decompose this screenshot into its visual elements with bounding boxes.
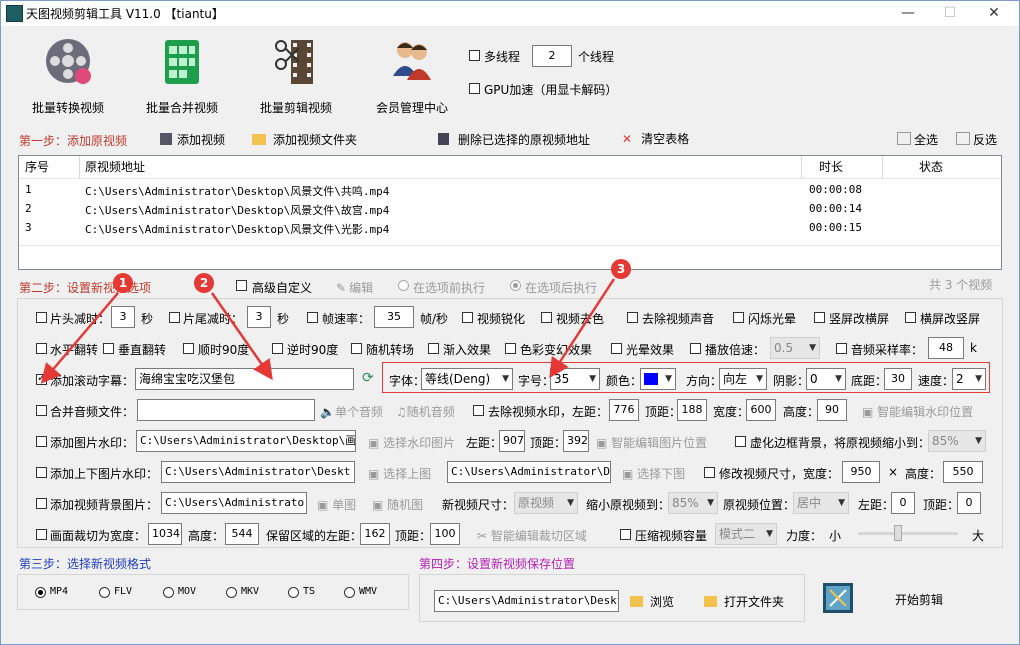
arrow-1	[40, 292, 119, 384]
annotation-marker-2: 2	[194, 273, 214, 293]
annotation-marker-1: 1	[113, 273, 133, 293]
arrow-3	[549, 278, 616, 379]
annotation-marker-3: 3	[611, 259, 631, 279]
annotation-arrows	[40, 278, 616, 384]
arrow-2	[210, 292, 273, 381]
